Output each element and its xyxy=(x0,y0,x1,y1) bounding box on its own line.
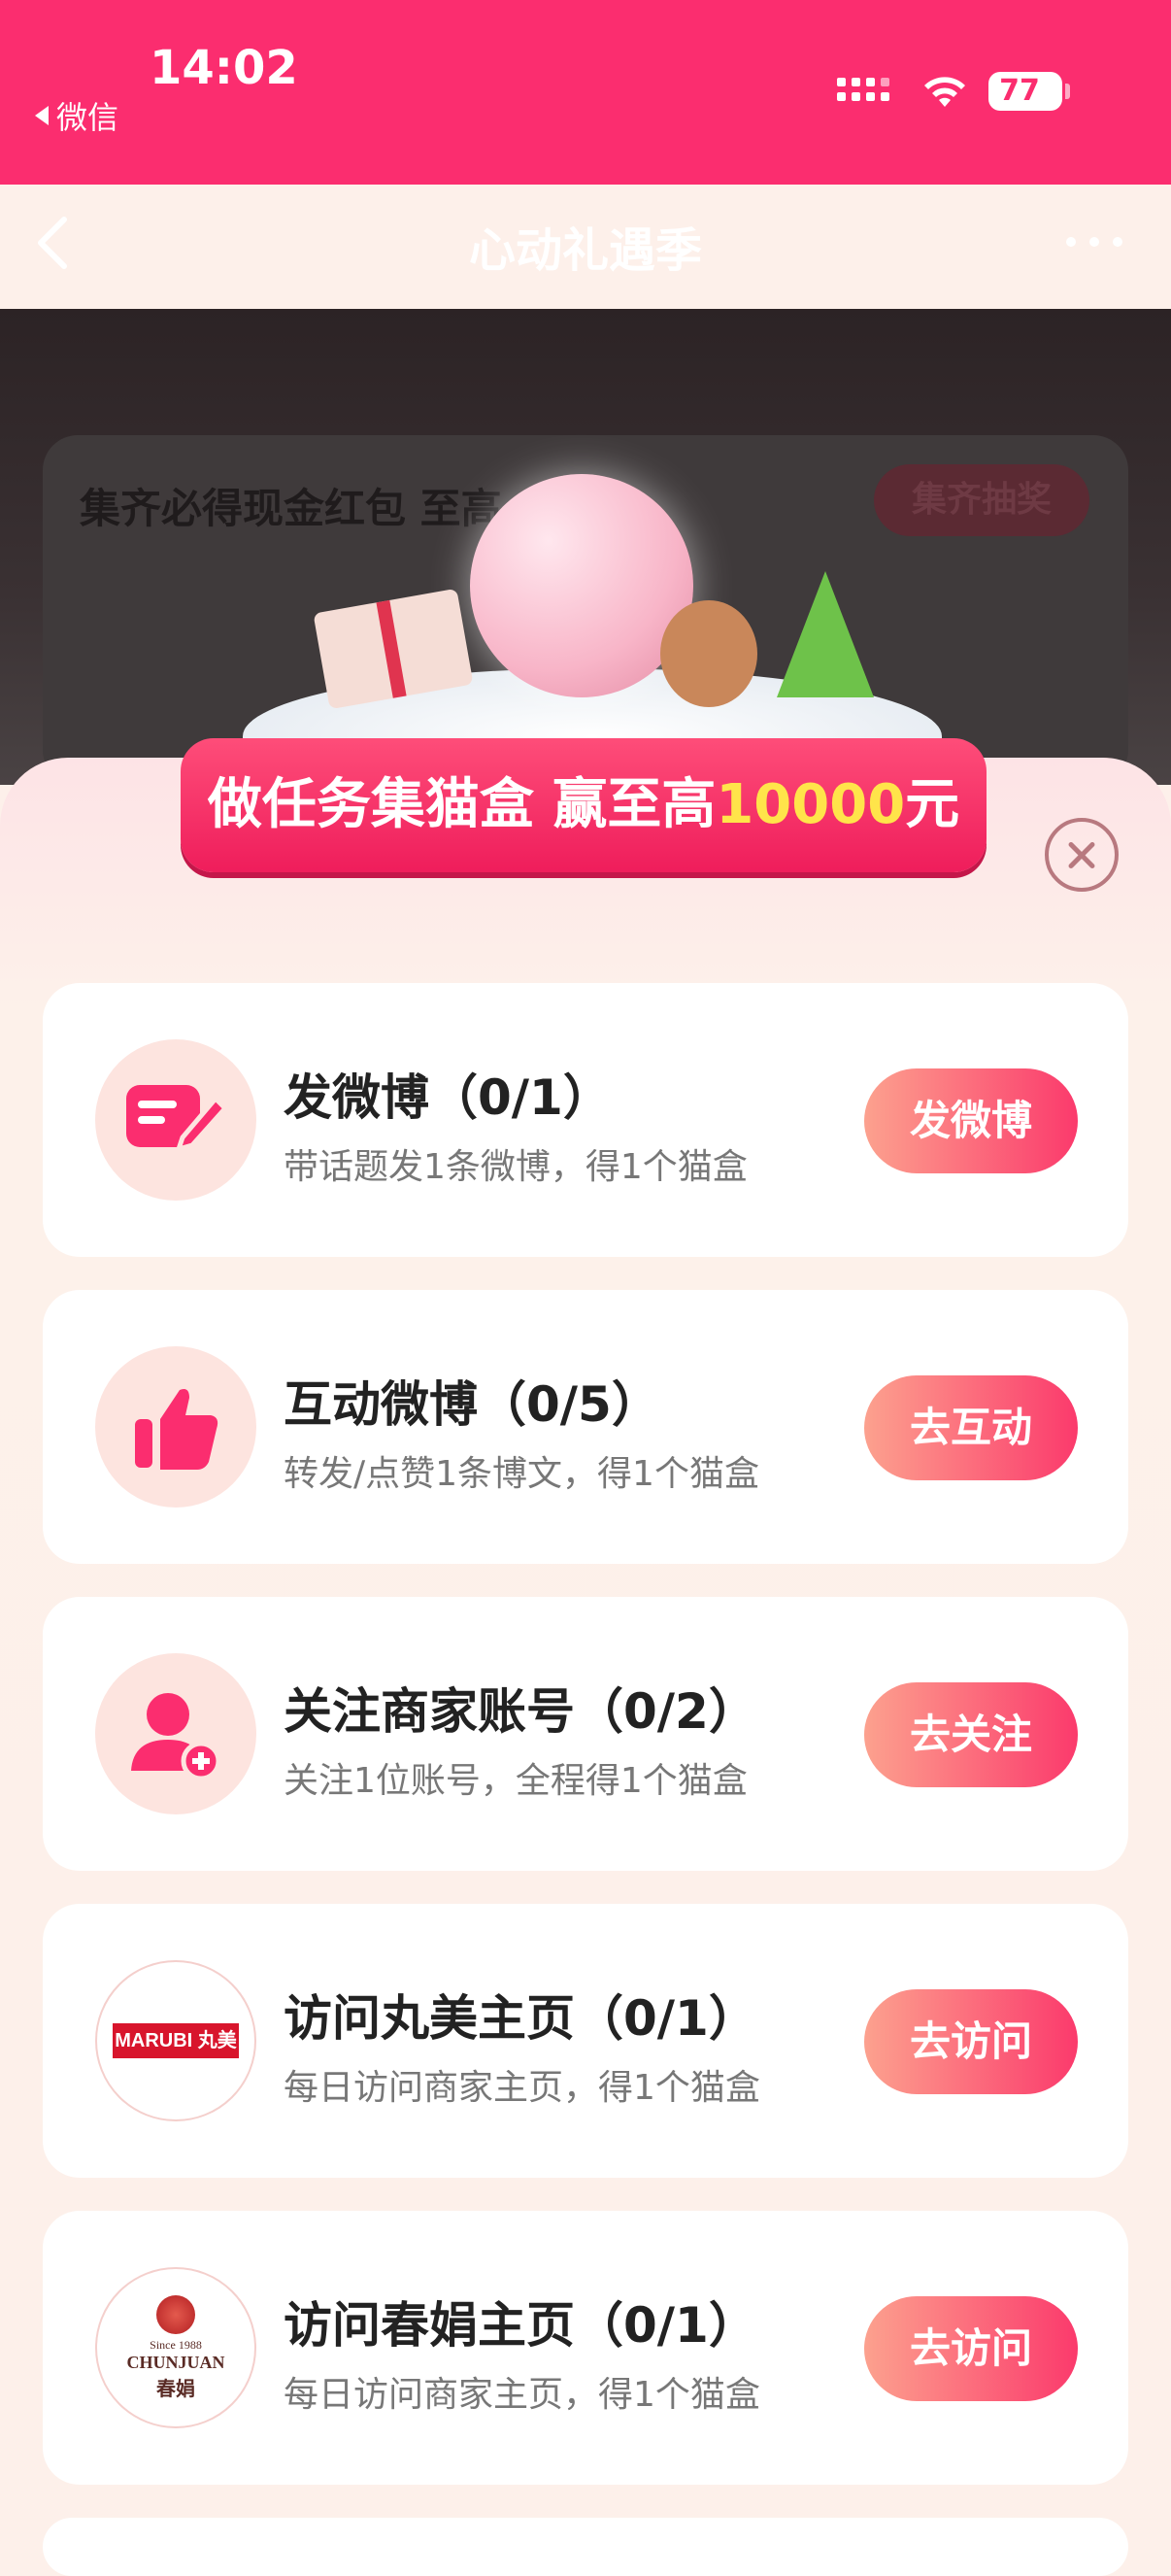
follow-button[interactable]: 去关注 xyxy=(864,1682,1078,1787)
lottery-button[interactable]: 集齐抽奖 xyxy=(874,464,1089,536)
logo-cn: 春娟 xyxy=(156,2378,195,2400)
page-title: 心动礼遇季 xyxy=(468,223,702,278)
back-app-label: 微信 xyxy=(56,99,119,136)
task-title: 关注商家账号（0/2） xyxy=(284,1683,757,1740)
back-to-app-link[interactable]: 微信 xyxy=(35,93,118,138)
hero-banner: 集齐必得现金红包 至高 集齐抽奖 xyxy=(0,309,1171,785)
wifi-icon xyxy=(924,77,965,107)
task-title: 访问丸美主页（0/1） xyxy=(284,1990,757,2047)
post-weibo-button[interactable]: 发微博 xyxy=(864,1068,1078,1173)
battery-level: 77 xyxy=(999,74,1040,108)
interact-button[interactable]: 去互动 xyxy=(864,1375,1078,1480)
close-icon[interactable] xyxy=(1045,818,1119,892)
task-desc: 转发/点赞1条博文，得1个猫盒 xyxy=(284,1454,759,1494)
cellular-signal-icon xyxy=(837,78,889,101)
task-icon-wrap xyxy=(95,1653,256,1814)
task-icon-wrap: Since 1988 CHUNJUAN 春娟 xyxy=(95,2267,256,2428)
edit-note-icon xyxy=(126,1085,229,1153)
task-card: MARUBI 丸美 访问丸美主页（0/1） 每日访问商家主页，得1个猫盒 去访问 xyxy=(43,1904,1128,2178)
logo-since: Since 1988 xyxy=(150,2337,202,2352)
task-card: Since 1988 CHUNJUAN 春娟 访问春娟主页（0/1） 每日访问商… xyxy=(43,2211,1128,2485)
task-banner: 做任务集猫盒 赢至高10000元 xyxy=(181,738,987,872)
visit-marubi-button[interactable]: 去访问 xyxy=(864,1989,1078,2094)
task-title: 发微博（0/1） xyxy=(284,1069,612,1126)
add-user-icon xyxy=(131,1693,221,1781)
logo-en: CHUNJUAN xyxy=(126,2352,225,2372)
status-time: 14:02 xyxy=(150,41,298,95)
task-desc: 每日访问商家主页，得1个猫盒 xyxy=(284,2068,760,2108)
hero-text: 集齐必得现金红包 至高 xyxy=(80,485,502,532)
back-arrow-small-icon xyxy=(35,106,49,125)
task-icon-wrap: MARUBI 丸美 xyxy=(95,1960,256,2121)
task-desc: 每日访问商家主页，得1个猫盒 xyxy=(284,2375,760,2415)
task-card: 互动微博（0/5） 转发/点赞1条博文，得1个猫盒 去互动 xyxy=(43,1290,1128,1564)
banner-prefix: 做任务集猫盒 赢至高 xyxy=(207,773,717,836)
teddy-bear-icon xyxy=(660,600,757,707)
thumbs-up-icon xyxy=(135,1389,218,1470)
chunjuan-logo: Since 1988 CHUNJUAN 春娟 xyxy=(126,2294,225,2401)
banner-suffix: 元 xyxy=(905,773,960,836)
battery-icon: 77 xyxy=(988,72,1070,111)
christmas-tree-icon xyxy=(777,571,874,697)
task-icon-wrap xyxy=(95,1039,256,1201)
banner-highlight: 10000 xyxy=(716,773,906,836)
task-card-partial xyxy=(43,2518,1128,2576)
task-title: 互动微博（0/5） xyxy=(284,1376,660,1433)
marubi-logo: MARUBI 丸美 xyxy=(113,2023,239,2058)
task-card: 关注商家账号（0/2） 关注1位账号，全程得1个猫盒 去关注 xyxy=(43,1597,1128,1871)
task-icon-wrap xyxy=(95,1346,256,1508)
visit-chunjuan-button[interactable]: 去访问 xyxy=(864,2296,1078,2401)
status-bar: 14:02 微信 77 心动礼遇季 xyxy=(0,0,1171,278)
task-desc: 带话题发1条微博，得1个猫盒 xyxy=(284,1147,748,1187)
task-desc: 关注1位账号，全程得1个猫盒 xyxy=(284,1761,748,1801)
task-title: 访问春娟主页（0/1） xyxy=(284,2297,757,2354)
rose-icon xyxy=(156,2294,195,2334)
snow-globe-illustration xyxy=(470,474,693,697)
more-options-icon[interactable] xyxy=(1066,237,1122,247)
task-card: 发微博（0/1） 带话题发1条微博，得1个猫盒 发微博 xyxy=(43,983,1128,1257)
